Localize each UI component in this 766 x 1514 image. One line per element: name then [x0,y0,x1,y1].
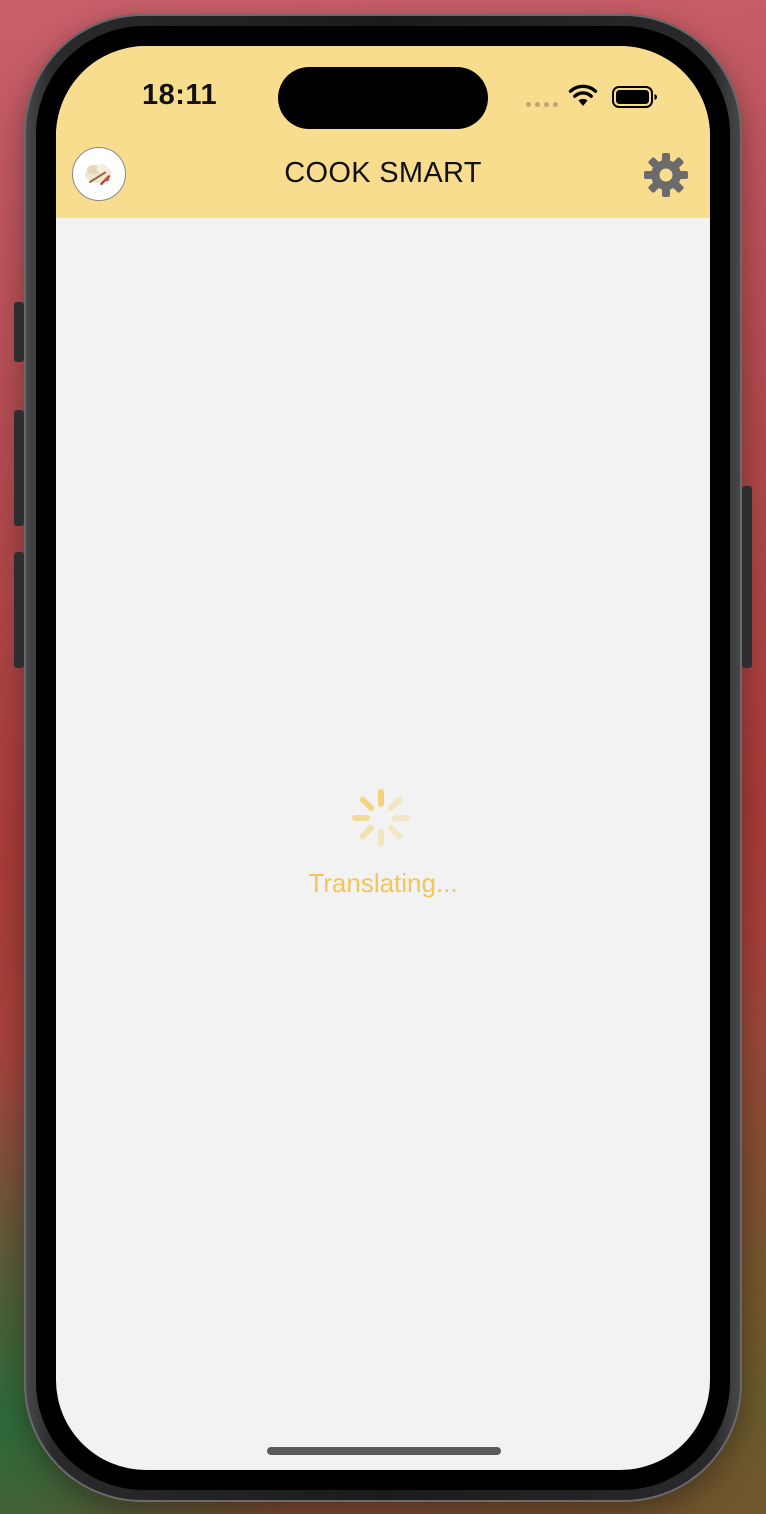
wifi-icon [568,84,598,106]
home-indicator[interactable] [267,1447,501,1455]
desktop-backdrop: 18:11 COOK SMART Translating... [0,0,766,1514]
cellular-signal-icon [526,102,558,107]
action-button [14,302,24,362]
dynamic-island [278,67,488,129]
app-header: 18:11 COOK SMART [56,46,710,218]
loading-status-text: Translating... [308,868,458,898]
volume-down-button [14,552,24,668]
loading-spinner-icon [352,789,410,847]
gear-icon[interactable] [642,151,690,199]
app-title: COOK SMART [284,157,482,189]
status-time: 18:11 [142,79,218,111]
battery-icon [612,86,657,108]
power-button [742,486,752,668]
app-screen: 18:11 COOK SMART Translating... [56,46,710,1470]
volume-up-button [14,410,24,526]
